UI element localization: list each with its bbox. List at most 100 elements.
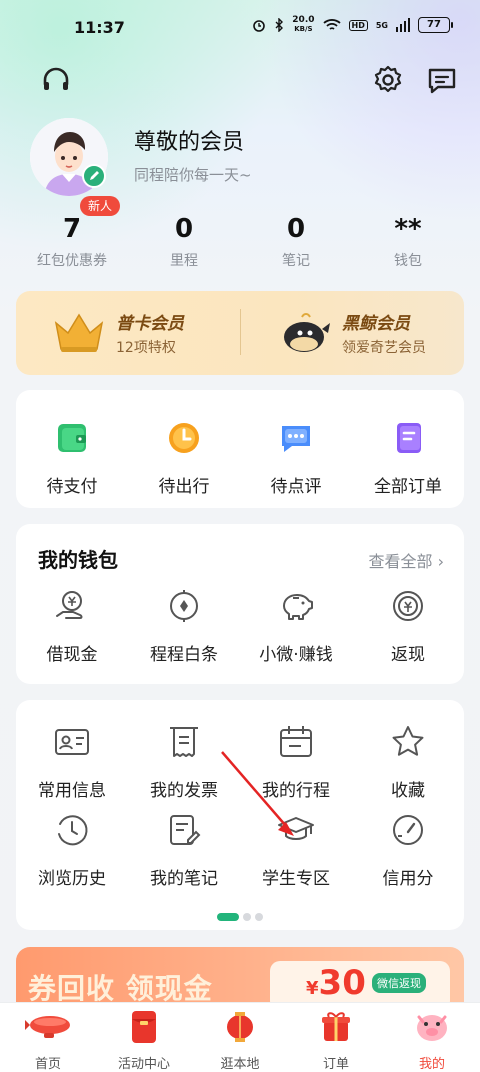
stat-value: 0: [174, 214, 194, 244]
piggy-bank-icon: [283, 594, 313, 620]
id-card-icon: [55, 729, 89, 755]
order-label: 待出行: [158, 477, 210, 497]
service-label: 信用分: [382, 869, 434, 889]
wifi-icon: [322, 19, 341, 30]
banner-price: ¥30: [306, 963, 366, 1003]
tab-home[interactable]: 首页: [0, 1003, 96, 1072]
account-stats: 7 红包优惠券 0 里程 0 笔记 ** 钱包: [0, 214, 480, 276]
tab-local[interactable]: 逛本地: [192, 1003, 288, 1072]
new-user-badge: 新人: [80, 196, 121, 216]
tab-activity-center[interactable]: 活动中心: [96, 1003, 192, 1072]
service-label: 我的笔记: [150, 869, 218, 889]
membership-regular[interactable]: 普卡会员 12项特权: [16, 291, 240, 375]
wallet-earn-money[interactable]: 小微·赚钱: [240, 586, 352, 665]
wallet-title: 我的钱包: [38, 548, 118, 572]
clock-icon: [169, 423, 199, 453]
stat-label: 里程: [170, 253, 198, 269]
wallet-see-all-link[interactable]: 查看全部 ›: [368, 548, 444, 572]
service-history[interactable]: 浏览历史: [16, 810, 128, 889]
stat-value: **: [394, 214, 422, 244]
wallet-icon: [58, 424, 86, 452]
airship-icon: [25, 1016, 70, 1038]
tab-mine[interactable]: 我的: [384, 1003, 480, 1072]
status-bar: 11:37 20.0 KB/S HD 5G 77: [0, 0, 480, 56]
order-pending-review[interactable]: 待点评: [240, 418, 352, 497]
edit-avatar-button[interactable]: [82, 164, 106, 188]
service-label: 学生专区: [262, 869, 330, 889]
service-credit-score[interactable]: 信用分: [352, 810, 464, 889]
calendar-icon: [280, 726, 312, 757]
stat-label: 钱包: [394, 253, 422, 269]
customer-service-headset-icon[interactable]: [40, 64, 72, 96]
tab-orders[interactable]: 订单: [288, 1003, 384, 1072]
stat-value: 7: [62, 214, 82, 244]
service-student-zone[interactable]: 学生专区: [240, 810, 352, 889]
stat-notes[interactable]: 0 笔记: [236, 214, 356, 270]
red-envelope-icon: [132, 1011, 156, 1043]
signal-label: 5G: [375, 20, 388, 30]
graduation-cap-icon: [278, 817, 314, 840]
battery-indicator: 77: [418, 17, 453, 33]
stat-wallet[interactable]: ** 钱包: [348, 214, 468, 270]
service-notes[interactable]: 我的笔记: [128, 810, 240, 889]
page-indicator: [16, 906, 464, 925]
wallet-baitiao[interactable]: 程程白条: [128, 586, 240, 665]
membership-title: 普卡会员: [116, 314, 184, 334]
membership-black-whale[interactable]: 黑鲸会员 领爱奇艺会员: [240, 291, 464, 375]
status-time: 11:37: [74, 18, 125, 37]
settings-gear-icon[interactable]: [372, 64, 404, 96]
stat-value: 0: [286, 214, 306, 244]
wallet-item-label: 借现金: [46, 645, 98, 665]
wallet-borrow-cash[interactable]: 借现金: [16, 586, 128, 665]
username[interactable]: 尊敬的会员: [134, 124, 244, 156]
membership-subtitle: 12项特权: [116, 340, 176, 356]
tab-label: 首页: [34, 1057, 61, 1072]
pencil-icon: [90, 171, 99, 180]
wallet-item-label: 返现: [391, 645, 425, 665]
net-speed: 20.0 KB/S: [292, 15, 315, 34]
stat-label: 笔记: [282, 253, 310, 269]
bluetooth-icon: [275, 18, 284, 32]
services-card: 常用信息 我的发票 我的行程 收藏 浏览历史 我的笔记 学生专区 信用分: [16, 700, 464, 930]
promo-banner[interactable]: 券回收 领现金 ¥30 微信返现: [16, 947, 464, 1007]
wallet-item-label: 程程白条: [150, 645, 218, 665]
stat-coupons[interactable]: 7 红包优惠券: [12, 214, 132, 270]
banner-tag: 微信返现: [372, 973, 426, 993]
service-invoice[interactable]: 我的发票: [128, 722, 240, 801]
page-dot-active: [217, 913, 239, 921]
order-pending-payment[interactable]: 待支付: [16, 418, 128, 497]
document-icon: [397, 423, 421, 453]
service-common-info[interactable]: 常用信息: [16, 722, 128, 801]
order-pending-travel[interactable]: 待出行: [128, 418, 240, 497]
star-icon: [392, 726, 424, 756]
profile-slogan: 同程陪你每一天~: [134, 166, 252, 184]
page-dot: [255, 913, 263, 921]
stat-label: 红包优惠券: [37, 253, 107, 269]
invoice-icon: [170, 727, 198, 757]
order-all[interactable]: 全部订单: [352, 418, 464, 497]
service-label: 我的发票: [150, 781, 218, 801]
membership-subtitle: 领爱奇艺会员: [342, 340, 426, 356]
pig-icon: [417, 1015, 447, 1041]
message-icon[interactable]: [426, 64, 458, 96]
order-label: 待支付: [46, 477, 98, 497]
wallet-card: 我的钱包 查看全部 › 借现金 程程白条 小微·赚钱 返现: [16, 524, 464, 684]
see-all-label: 查看全部: [368, 552, 433, 571]
wallet-cashback[interactable]: 返现: [352, 586, 464, 665]
wallet-item-label: 小微·赚钱: [259, 645, 333, 665]
crown-icon: [54, 313, 104, 352]
cashback-icon: [393, 591, 423, 621]
signal-icon: [396, 18, 410, 32]
tab-label: 订单: [322, 1057, 349, 1072]
service-itinerary[interactable]: 我的行程: [240, 722, 352, 801]
yuan-hand-icon: [56, 591, 83, 619]
note-edit-icon: [170, 815, 201, 845]
lantern-icon: [227, 1012, 253, 1042]
membership-title: 黑鲸会员: [342, 314, 410, 334]
stat-mileage[interactable]: 0 里程: [124, 214, 244, 270]
whale-icon: [284, 313, 330, 352]
service-favorites[interactable]: 收藏: [352, 722, 464, 801]
alarm-icon: [253, 20, 266, 32]
gift-icon: [322, 1012, 350, 1041]
orders-card: 待支付 待出行 待点评 全部订单: [16, 390, 464, 508]
